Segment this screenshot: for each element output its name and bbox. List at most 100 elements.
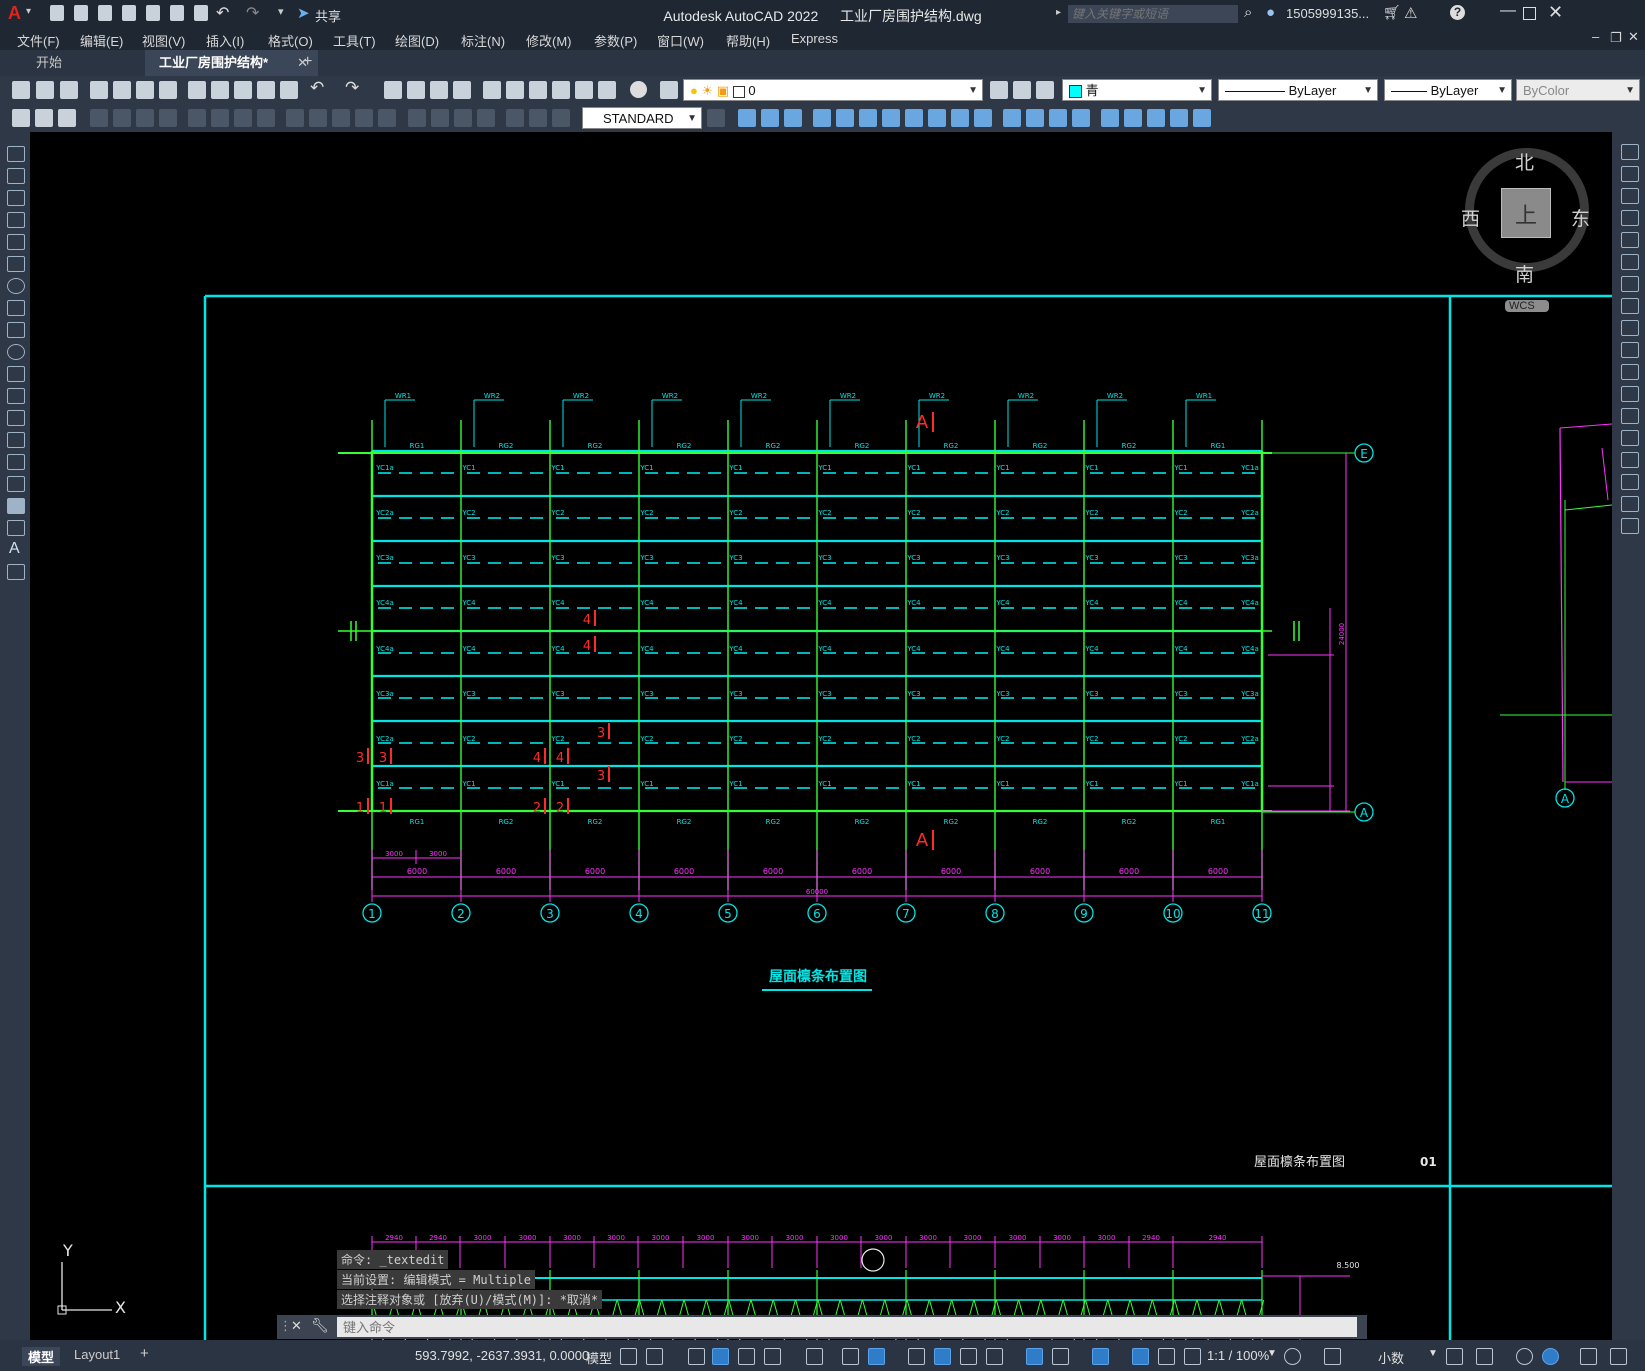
design-center-icon[interactable]	[506, 81, 524, 99]
pan-icon[interactable]	[384, 81, 402, 99]
compass-south[interactable]: 南	[1515, 260, 1534, 287]
dim-ordinate-icon[interactable]	[159, 109, 177, 127]
viewcube[interactable]: 上 北 南 西 东 WCS	[1461, 148, 1590, 312]
zoom-realtime-icon[interactable]	[407, 81, 425, 99]
object-snap-icon[interactable]	[868, 1348, 885, 1365]
menu-format[interactable]: 格式(O)	[268, 31, 313, 50]
doc-close-icon[interactable]: ✕	[1628, 29, 1639, 45]
tool-palettes-icon[interactable]	[529, 81, 547, 99]
chevron-down-icon[interactable]: ▼	[1497, 80, 1507, 102]
modify-q-icon[interactable]	[1124, 109, 1142, 127]
doc-minimize-icon[interactable]: –	[1592, 29, 1599, 44]
annotation-visibility-icon[interactable]	[1132, 1348, 1149, 1365]
close-icon[interactable]: ✕	[1548, 2, 1563, 23]
infer-constraints-icon[interactable]	[688, 1348, 705, 1365]
drawing-canvas[interactable]: WR1 RG1 RG1 WR2 RG2 RG2 WR2 RG2 RG2 WR2 RG2 RG2 WR2 R…	[30, 132, 1612, 1340]
menu-parametric[interactable]: 参数(P)	[594, 31, 637, 50]
compass-north[interactable]: 北	[1515, 148, 1534, 175]
dim-style-icon[interactable]	[707, 109, 725, 127]
annotation-scale-value[interactable]: 1:1 / 100%	[1207, 1348, 1269, 1363]
trim-icon[interactable]	[1621, 342, 1639, 358]
table-icon[interactable]	[7, 520, 25, 536]
menu-insert[interactable]: 插入(I)	[206, 31, 244, 50]
calculator-icon[interactable]	[598, 81, 616, 99]
toolbar-help-icon[interactable]	[630, 81, 647, 98]
add-selected-icon[interactable]	[7, 564, 25, 580]
tool-a-icon[interactable]	[12, 109, 30, 127]
color-combo[interactable]: 青 ▼	[1062, 79, 1212, 101]
modify-o-icon[interactable]	[1072, 109, 1090, 127]
dim-baseline-icon[interactable]	[309, 109, 327, 127]
menu-edit[interactable]: 编辑(E)	[80, 31, 123, 50]
3d-osnap-icon[interactable]	[986, 1348, 1003, 1365]
doc-restore-icon[interactable]: ❐	[1610, 30, 1622, 46]
grid-icon[interactable]	[620, 1348, 637, 1365]
extend-icon[interactable]	[1621, 364, 1639, 380]
annotation-monitor-icon[interactable]	[1324, 1348, 1341, 1365]
customization-icon[interactable]	[1610, 1348, 1627, 1365]
chevron-down-icon[interactable]: ▼	[1267, 1348, 1277, 1359]
menu-window[interactable]: 窗口(W)	[657, 31, 704, 50]
modify-i-icon[interactable]	[928, 109, 946, 127]
hatch-icon[interactable]	[7, 454, 25, 470]
dim-space-icon[interactable]	[355, 109, 373, 127]
properties-icon[interactable]	[483, 81, 501, 99]
object-snap-tracking-icon[interactable]	[842, 1348, 859, 1365]
modify-e-icon[interactable]	[836, 109, 854, 127]
auto-scale-icon[interactable]	[1158, 1348, 1175, 1365]
make-current-layer-icon[interactable]	[990, 81, 1008, 99]
dim-linear-icon[interactable]	[90, 109, 108, 127]
modify-p-icon[interactable]	[1101, 109, 1119, 127]
lock-ui-icon[interactable]	[1476, 1348, 1493, 1365]
menu-tools[interactable]: 工具(T)	[333, 31, 376, 50]
blend-icon[interactable]	[1621, 496, 1639, 512]
selection-filter-icon[interactable]	[1052, 1348, 1069, 1365]
ellipse-arc-icon[interactable]	[7, 366, 25, 382]
inspection-icon[interactable]	[454, 109, 472, 127]
command-close-icon[interactable]: ✕	[291, 1318, 302, 1334]
dim-text-edit-icon[interactable]	[529, 109, 547, 127]
offset-icon[interactable]	[1621, 210, 1639, 226]
isodraft-icon[interactable]	[806, 1348, 823, 1365]
chevron-down-icon[interactable]: ▼	[1625, 80, 1635, 102]
modify-a-icon[interactable]	[738, 109, 756, 127]
units-value[interactable]: 小数	[1378, 1348, 1404, 1367]
layer-states-icon[interactable]	[1036, 81, 1054, 99]
menu-modify[interactable]: 修改(M)	[526, 31, 572, 50]
menu-view[interactable]: 视图(V)	[142, 31, 185, 50]
search-expand-icon[interactable]: ▸	[1056, 7, 1061, 18]
modify-k-icon[interactable]	[974, 109, 992, 127]
polyline-icon[interactable]	[7, 190, 25, 206]
revcloud-icon[interactable]	[7, 300, 25, 316]
toolbar-blockeditor-icon[interactable]	[280, 81, 298, 99]
dynamic-input-icon[interactable]	[712, 1348, 729, 1365]
menu-draw[interactable]: 绘图(D)	[395, 31, 439, 50]
join-icon[interactable]	[1621, 430, 1639, 446]
modify-g-icon[interactable]	[882, 109, 900, 127]
minimize-icon[interactable]: —	[1500, 2, 1516, 20]
modify-c-icon[interactable]	[784, 109, 802, 127]
workspace-gear-icon[interactable]	[1284, 1348, 1301, 1365]
dim-update-icon[interactable]	[552, 109, 570, 127]
menu-help[interactable]: 帮助(H)	[726, 31, 770, 50]
modify-j-icon[interactable]	[951, 109, 969, 127]
modify-t-icon[interactable]	[1193, 109, 1211, 127]
line-icon[interactable]	[7, 146, 25, 162]
zoom-previous-icon[interactable]	[453, 81, 471, 99]
chevron-down-icon[interactable]: ▼	[1428, 1348, 1438, 1359]
toolbar-paste-icon[interactable]	[234, 81, 252, 99]
tool-b-icon[interactable]	[35, 109, 53, 127]
point-icon[interactable]	[7, 432, 25, 448]
chevron-down-icon[interactable]: ▼	[687, 108, 697, 130]
dim-radius-icon[interactable]	[188, 109, 206, 127]
break-at-point-icon[interactable]	[1621, 386, 1639, 402]
search-icon[interactable]: ⌕	[1244, 4, 1252, 21]
help-icon[interactable]: ?	[1450, 5, 1465, 20]
chevron-down-icon[interactable]: ▼	[1197, 80, 1207, 102]
modify-s-icon[interactable]	[1170, 109, 1188, 127]
move-icon[interactable]	[1621, 254, 1639, 270]
layer-properties-icon[interactable]	[660, 81, 678, 99]
ellipse-icon[interactable]	[7, 344, 25, 360]
fillet-icon[interactable]	[1621, 474, 1639, 490]
graphics-performance-icon[interactable]	[1542, 1348, 1559, 1365]
